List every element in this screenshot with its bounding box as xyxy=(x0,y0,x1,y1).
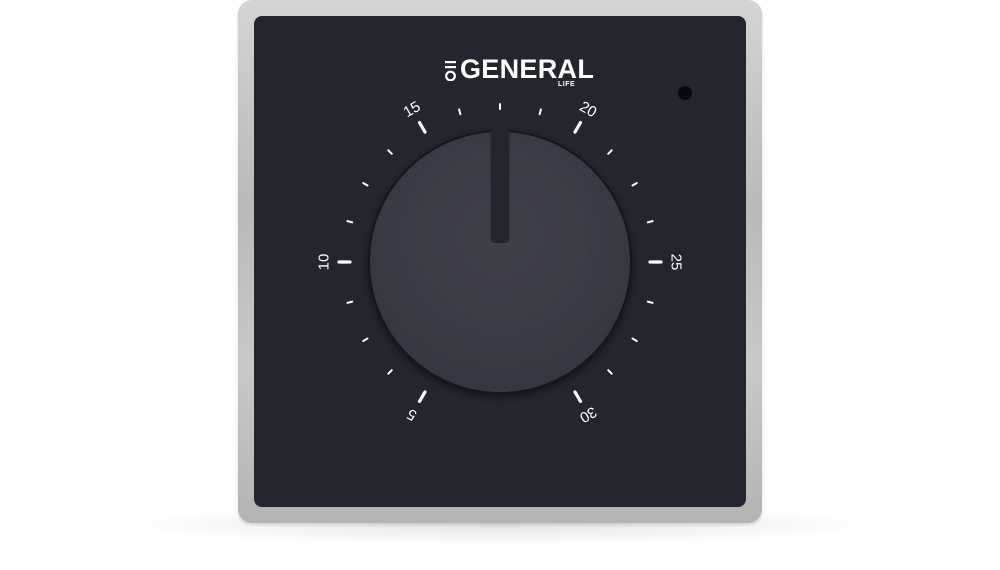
thermostat-frame: GENERAL LIFE 5 10 15 20 25 30 xyxy=(238,0,762,523)
dial-label: 25 xyxy=(668,254,685,271)
dial-minor-tick xyxy=(346,220,354,224)
dial-minor-tick xyxy=(362,182,369,187)
dial-label: 10 xyxy=(316,254,333,271)
dial-minor-tick xyxy=(387,369,393,375)
dial-label: 5 xyxy=(404,405,420,424)
dial-minor-tick xyxy=(538,108,542,116)
dial-major-tick xyxy=(417,390,427,403)
dial-minor-tick xyxy=(362,337,369,342)
dial-label: 15 xyxy=(401,98,424,121)
dial-minor-tick xyxy=(607,369,613,375)
dial-minor-tick xyxy=(607,149,613,155)
dial-label: 30 xyxy=(577,403,600,426)
dial-minor-tick xyxy=(631,337,638,342)
dial-minor-tick xyxy=(646,300,654,304)
dial-major-tick xyxy=(573,390,583,403)
temperature-dial[interactable]: 5 10 15 20 25 30 xyxy=(254,16,746,507)
dial-minor-tick xyxy=(387,149,393,155)
dial-pointer xyxy=(490,129,510,243)
thermostat-panel: GENERAL LIFE 5 10 15 20 25 30 xyxy=(254,16,746,507)
dial-major-tick xyxy=(573,120,583,134)
dial-label: 20 xyxy=(577,98,600,121)
dial-minor-tick xyxy=(631,182,638,187)
dial-minor-tick xyxy=(458,108,462,116)
dial-major-tick xyxy=(417,120,427,134)
dial-minor-tick xyxy=(646,220,654,224)
dial-minor-tick xyxy=(346,300,354,304)
